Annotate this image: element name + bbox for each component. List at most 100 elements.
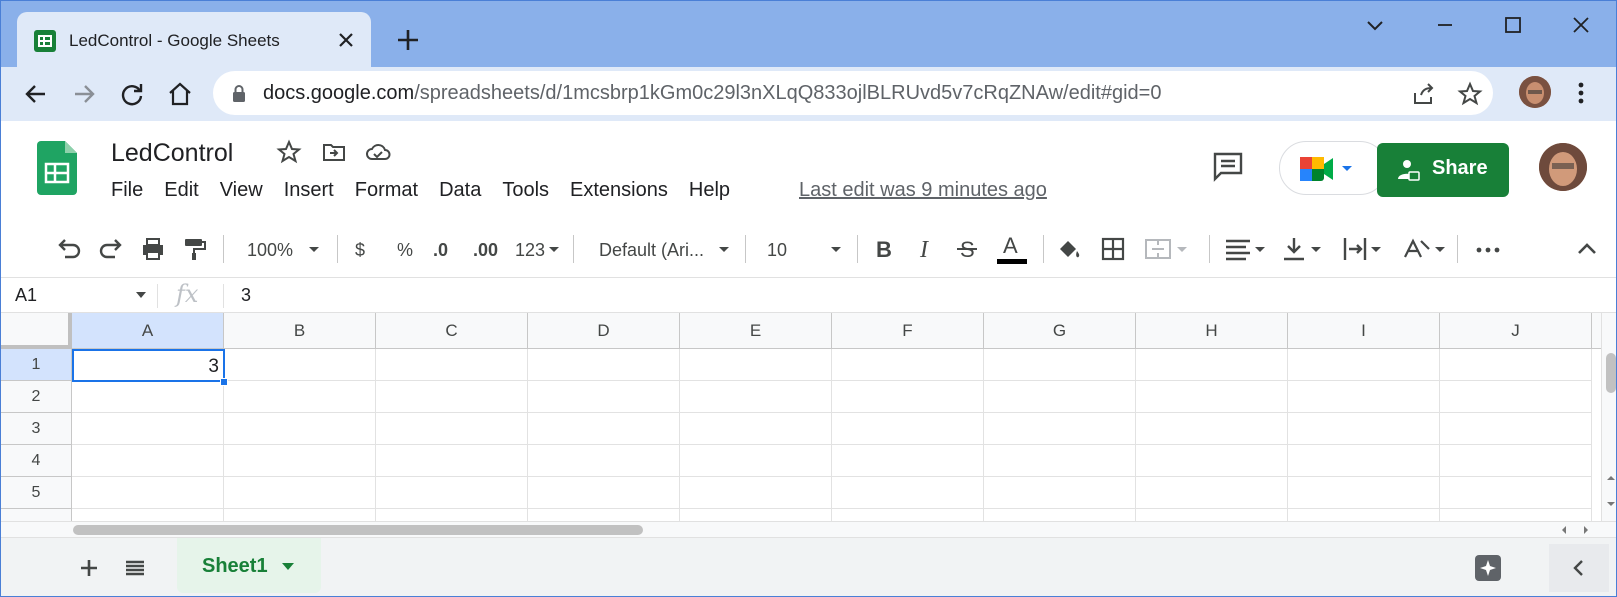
grid-cell[interactable]: [224, 509, 376, 521]
increase-decimal-button[interactable]: .00: [473, 240, 498, 261]
collapse-menus-icon[interactable]: [1573, 235, 1601, 263]
name-box[interactable]: A1: [15, 285, 37, 306]
grid-cell[interactable]: [984, 413, 1136, 445]
grid-cell[interactable]: [1288, 349, 1440, 381]
url-text[interactable]: docs.google.com/spreadsheets/d/1mcsbrp1k…: [263, 82, 1161, 105]
menu-data[interactable]: Data: [439, 179, 481, 202]
grid-cell[interactable]: [832, 445, 984, 477]
print-icon[interactable]: [139, 235, 167, 263]
grid-cell[interactable]: [224, 413, 376, 445]
grid-cell[interactable]: [1136, 381, 1288, 413]
column-header[interactable]: D: [528, 313, 680, 349]
spreadsheet-grid[interactable]: A B C D E F G H I J 1 2 3 4 5 3: [1, 313, 1601, 521]
font-size-dropdown-icon[interactable]: [829, 235, 843, 263]
vertical-scroll-thumb[interactable]: [1606, 353, 1616, 393]
browser-tab[interactable]: LedControl - Google Sheets: [17, 12, 371, 67]
add-sheet-icon[interactable]: [77, 556, 101, 580]
format-currency-button[interactable]: $: [355, 240, 365, 261]
grid-cell[interactable]: [1136, 413, 1288, 445]
select-all-corner[interactable]: [1, 313, 72, 349]
grid-cell[interactable]: [528, 509, 680, 521]
forward-icon[interactable]: [69, 79, 99, 109]
formula-input[interactable]: 3: [241, 285, 251, 306]
row-header[interactable]: 2: [1, 381, 72, 413]
cell-a1[interactable]: 3: [72, 349, 225, 382]
grid-cell[interactable]: [1440, 445, 1592, 477]
grid-cell[interactable]: [376, 509, 528, 521]
share-button[interactable]: Share: [1377, 143, 1509, 197]
home-icon[interactable]: [165, 79, 195, 109]
new-tab-icon[interactable]: [395, 27, 421, 53]
comment-history-icon[interactable]: [1211, 149, 1245, 183]
borders-icon[interactable]: [1099, 235, 1127, 263]
grid-cell[interactable]: [528, 349, 680, 381]
strikethrough-icon[interactable]: S: [953, 235, 981, 263]
horizontal-scrollbar[interactable]: [1, 521, 1616, 537]
column-header[interactable]: F: [832, 313, 984, 349]
grid-cell[interactable]: [1288, 509, 1440, 521]
grid-cell[interactable]: [680, 477, 832, 509]
grid-cell[interactable]: [1288, 381, 1440, 413]
menu-view[interactable]: View: [220, 179, 263, 202]
grid-cell[interactable]: [528, 413, 680, 445]
horizontal-scroll-thumb[interactable]: [73, 525, 643, 535]
row-header[interactable]: 4: [1, 445, 72, 477]
grid-cell[interactable]: [1136, 349, 1288, 381]
cloud-saved-icon[interactable]: [365, 139, 391, 165]
grid-cell[interactable]: [72, 381, 224, 413]
text-wrapping-icon[interactable]: [1341, 235, 1385, 263]
grid-cell[interactable]: [72, 509, 224, 521]
grid-cell[interactable]: [376, 413, 528, 445]
grid-cell[interactable]: [680, 413, 832, 445]
grid-cell[interactable]: [1440, 381, 1592, 413]
more-options-icon[interactable]: [1473, 235, 1503, 263]
menu-insert[interactable]: Insert: [284, 179, 334, 202]
star-icon[interactable]: [276, 139, 302, 165]
back-icon[interactable]: [21, 79, 51, 109]
sheets-logo-icon[interactable]: [37, 141, 77, 195]
explore-icon[interactable]: [1473, 553, 1503, 583]
grid-cell[interactable]: [984, 381, 1136, 413]
account-avatar[interactable]: [1539, 143, 1587, 191]
close-window-icon[interactable]: [1567, 13, 1595, 39]
grid-cell[interactable]: [224, 349, 376, 381]
grid-cell[interactable]: [984, 349, 1136, 381]
column-header[interactable]: A: [72, 313, 224, 349]
minimize-icon[interactable]: [1431, 13, 1459, 39]
grid-cell[interactable]: [376, 349, 528, 381]
all-sheets-icon[interactable]: [123, 556, 147, 580]
grid-cell[interactable]: [376, 381, 528, 413]
undo-icon[interactable]: [55, 235, 83, 263]
grid-cell[interactable]: [72, 445, 224, 477]
grid-cell[interactable]: [984, 509, 1136, 521]
menu-file[interactable]: File: [111, 179, 143, 202]
grid-cell[interactable]: [224, 381, 376, 413]
grid-cell[interactable]: [72, 413, 224, 445]
grid-cell[interactable]: [1440, 349, 1592, 381]
menu-tools[interactable]: Tools: [502, 179, 549, 202]
tab-search-chevron-icon[interactable]: [1361, 13, 1389, 39]
meet-button[interactable]: [1279, 141, 1387, 195]
menu-format[interactable]: Format: [355, 179, 418, 202]
grid-cell[interactable]: [1136, 477, 1288, 509]
fill-handle[interactable]: [220, 378, 228, 386]
horizontal-align-icon[interactable]: [1223, 235, 1267, 263]
maximize-icon[interactable]: [1499, 13, 1527, 39]
font-dropdown-icon[interactable]: [717, 235, 731, 263]
row-header[interactable]: 5: [1, 477, 72, 509]
decrease-decimal-button[interactable]: .0: [433, 240, 448, 261]
grid-cell[interactable]: [680, 509, 832, 521]
grid-cell[interactable]: [984, 445, 1136, 477]
close-tab-icon[interactable]: [335, 29, 357, 51]
fill-color-icon[interactable]: [1055, 235, 1083, 263]
grid-cell[interactable]: [72, 477, 224, 509]
paint-format-icon[interactable]: [181, 235, 209, 263]
italic-icon[interactable]: I: [911, 235, 939, 263]
scroll-right-icon[interactable]: [1581, 525, 1591, 535]
vertical-scrollbar[interactable]: [1601, 313, 1616, 521]
grid-cell[interactable]: [1136, 509, 1288, 521]
grid-cell[interactable]: [832, 349, 984, 381]
omnibox[interactable]: docs.google.com/spreadsheets/d/1mcsbrp1k…: [213, 71, 1493, 115]
menu-help[interactable]: Help: [689, 179, 730, 202]
column-header[interactable]: B: [224, 313, 376, 349]
